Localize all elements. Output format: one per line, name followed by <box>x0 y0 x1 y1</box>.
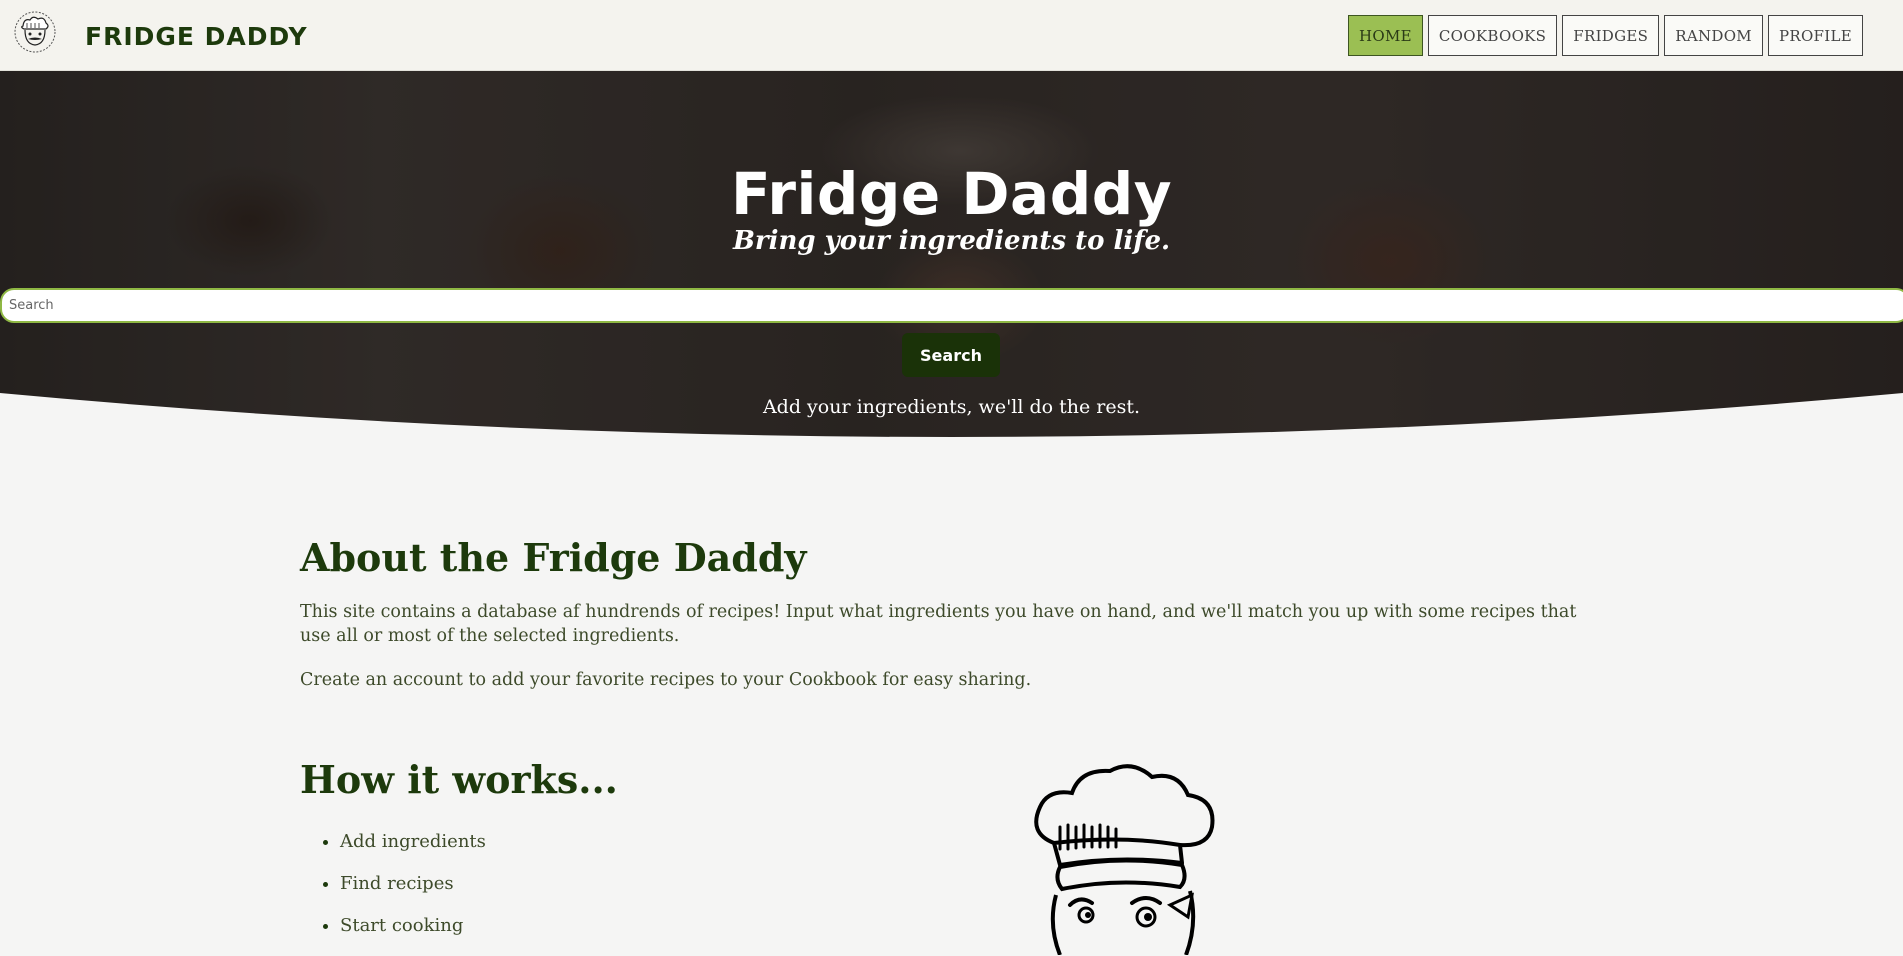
list-item: Start cooking <box>340 914 486 956</box>
nav-links: HOME COOKBOOKS FRIDGES RANDOM PROFILE <box>1348 15 1863 56</box>
about-title: About the Fridge Daddy <box>300 535 807 580</box>
chef-illustration <box>1034 764 1215 955</box>
navbar: FRIDGE DADDY HOME COOKBOOKS FRIDGES RAND… <box>0 0 1903 71</box>
hero-subtitle: Bring your ingredients to life. <box>732 226 1171 256</box>
about-paragraph-account: Create an account to add your favorite r… <box>300 670 1032 690</box>
hero-tagline: Add your ingredients, we'll do the rest. <box>762 396 1141 418</box>
how-it-works-title: How it works... <box>300 757 618 802</box>
nav-fridges[interactable]: FRIDGES <box>1562 15 1660 56</box>
about-paragraph: This site contains a database af hundren… <box>300 602 1577 646</box>
hero-title: Fridge Daddy <box>730 159 1173 228</box>
brand-name[interactable]: FRIDGE DADDY <box>85 22 308 51</box>
hero-banner: Fridge Daddy Bring your ingredients to l… <box>0 71 1903 446</box>
search-button[interactable]: Search <box>902 333 1000 377</box>
list-item: Add ingredients <box>340 830 486 872</box>
list-item: Find recipes <box>340 872 486 914</box>
hero-curve-divider <box>0 393 1903 446</box>
nav-random[interactable]: RANDOM <box>1664 15 1763 56</box>
search-input[interactable] <box>0 288 1903 323</box>
nav-cookbooks[interactable]: COOKBOOKS <box>1427 15 1558 56</box>
nav-profile[interactable]: PROFILE <box>1767 15 1863 56</box>
chef-face-icon[interactable] <box>13 10 57 54</box>
steps-list: Add ingredients Find recipes Start cooki… <box>300 830 486 956</box>
nav-home[interactable]: HOME <box>1348 15 1423 56</box>
